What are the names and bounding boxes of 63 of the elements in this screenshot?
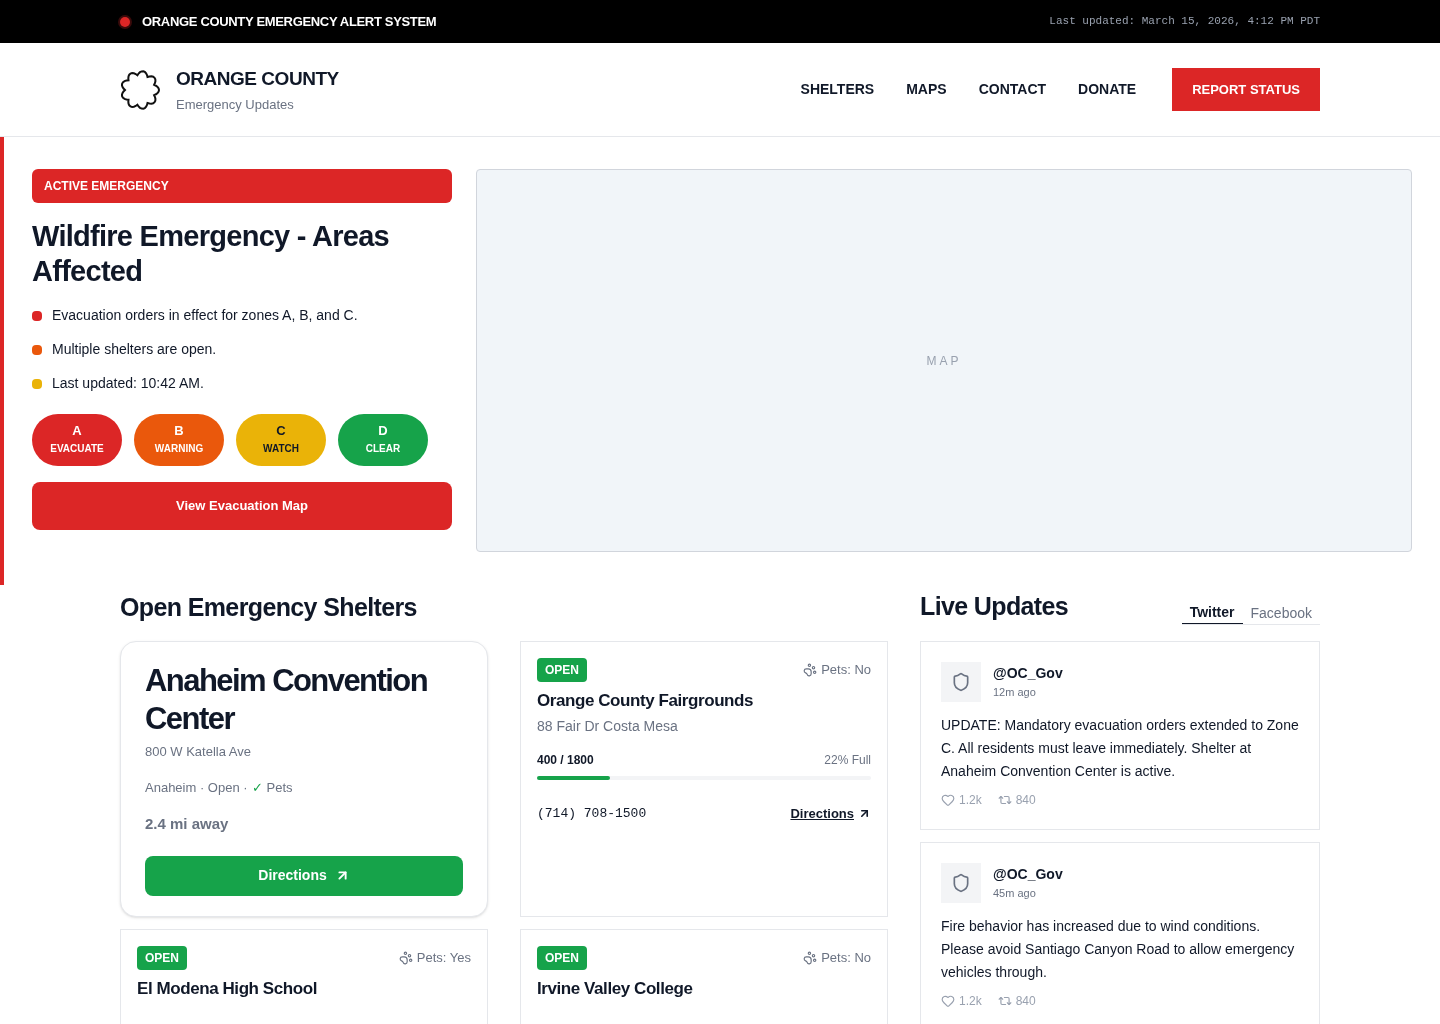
shelter-meta: Anaheim · Open · bbox=[145, 778, 248, 797]
shelter-name: Anaheim Convention Center bbox=[145, 662, 429, 738]
like-count: 1.2k bbox=[959, 993, 982, 1010]
repost-count: 840 bbox=[1015, 993, 1036, 1010]
emergency-note: Multiple shelters are open. bbox=[52, 340, 217, 359]
status-badge: OPEN bbox=[137, 945, 187, 970]
shield-icon bbox=[951, 672, 971, 692]
post-handle: @OC_Gov bbox=[993, 664, 1063, 684]
pets-label: Pets: No bbox=[821, 948, 871, 967]
zone-button[interactable]: B WARNING bbox=[134, 414, 224, 466]
like-count: 1.2k bbox=[959, 792, 982, 809]
post-time: 45m ago bbox=[993, 886, 1037, 902]
occupancy-percent: 22% Full bbox=[824, 752, 871, 768]
status-badge: OPEN bbox=[537, 658, 587, 682]
zone-button[interactable]: A EVACUATE bbox=[32, 414, 122, 466]
shield-icon bbox=[951, 873, 971, 893]
directions-link[interactable]: Directions bbox=[790, 804, 871, 824]
check-icon: ✓ bbox=[251, 777, 263, 797]
nav-link[interactable]: SHELTERS bbox=[800, 79, 875, 100]
shelter-address: 88 Fair Dr Costa Mesa bbox=[537, 717, 679, 736]
view-evacuation-map-button[interactable]: View Evacuation Map bbox=[32, 482, 452, 530]
emergency-note: Last updated: 10:42 AM. bbox=[52, 374, 204, 393]
paw-icon bbox=[803, 950, 818, 965]
post-text: Fire behavior has increased due to wind conditions. Please avoid Santiago Canyon Road to allow emergency vehicles through. bbox=[941, 917, 1296, 982]
nav-link[interactable]: MAPS bbox=[906, 79, 947, 100]
repost-icon[interactable] bbox=[997, 994, 1012, 1008]
feed-tab[interactable]: Twitter bbox=[1181, 602, 1243, 624]
pets-label: Pets: No bbox=[821, 661, 871, 680]
pets-label: Pets: Yes bbox=[416, 948, 471, 967]
post-text: UPDATE: Mandatory evacuation orders extended to Zone C. All residents must leave immediately. Shelter at Anaheim Convention Center is active. bbox=[941, 716, 1299, 781]
pets-label: Pets bbox=[266, 778, 293, 797]
nav-link[interactable]: DONATE bbox=[1078, 79, 1137, 100]
alert-title: ORANGE COUNTY EMERGENCY ALERT SYSTEM bbox=[142, 12, 437, 31]
shelter-name: Orange County Fairgrounds bbox=[537, 690, 755, 712]
shelter-name: El Modena High School bbox=[137, 977, 318, 1000]
report-status-button[interactable]: REPORT STATUS bbox=[1172, 68, 1320, 111]
active-emergency-banner: ACTIVE EMERGENCY bbox=[32, 169, 452, 203]
status-badge: OPEN bbox=[537, 945, 587, 970]
zone-button[interactable]: C WATCH bbox=[236, 414, 326, 466]
section-title: Open Emergency Shelters bbox=[120, 592, 418, 623]
emergency-title: Wildfire Emergency - Areas Affected bbox=[32, 219, 390, 289]
repost-count: 840 bbox=[1015, 792, 1036, 809]
logo-title: ORANGE COUNTY bbox=[176, 66, 339, 91]
shelter-name: Irvine Valley College bbox=[537, 977, 694, 1000]
logo-subtitle: Emergency Updates bbox=[176, 96, 295, 114]
heart-icon[interactable] bbox=[941, 994, 955, 1008]
post-handle: @OC_Gov bbox=[993, 865, 1063, 885]
phone-number: (714) 708-1500 bbox=[537, 805, 647, 823]
emergency-note: Evacuation orders in effect for zones A, B, and C. bbox=[52, 306, 358, 325]
map-label: MAP bbox=[926, 352, 962, 370]
distance-label: 2.4 mi away bbox=[145, 814, 230, 834]
heart-icon[interactable] bbox=[941, 793, 955, 807]
nav-link[interactable]: CONTACT bbox=[978, 79, 1047, 100]
logo-icon bbox=[120, 69, 160, 110]
last-updated: Last updated: March 15, 2026, 4:12 PM PDT bbox=[1049, 14, 1320, 30]
shelter-address: 800 W Katella Ave bbox=[145, 743, 252, 761]
occupancy-count: 400 / 1800 bbox=[537, 752, 594, 768]
paw-icon bbox=[398, 950, 413, 965]
feed-tab[interactable]: Facebook bbox=[1242, 602, 1320, 624]
paw-icon bbox=[803, 663, 818, 677]
section-title: Live Updates bbox=[920, 590, 1069, 622]
repost-icon[interactable] bbox=[997, 793, 1012, 807]
post-time: 12m ago bbox=[993, 685, 1037, 701]
